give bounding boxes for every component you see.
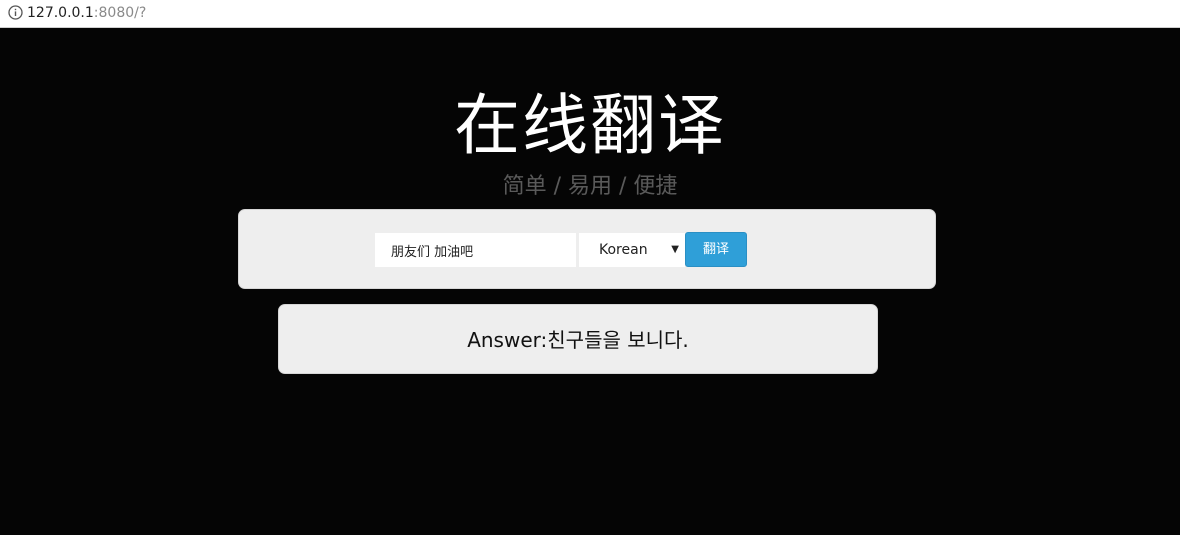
page-title: 在线翻译 — [454, 87, 726, 164]
url-path: :8080/? — [93, 5, 147, 21]
language-select[interactable]: Korean ▼ — [579, 233, 685, 267]
browser-address-bar[interactable]: 127.0.0.1:8080/? — [0, 0, 1180, 28]
info-icon[interactable] — [8, 5, 23, 20]
answer-label: Answer: — [467, 328, 548, 352]
translate-button[interactable]: 翻译 — [685, 232, 747, 267]
answer-output: Answer:친구들을 보니다. — [279, 327, 877, 353]
translate-form-panel: Korean ▼ 翻译 — [238, 209, 936, 289]
page-subtitle: 简单 / 易用 / 便捷 — [502, 174, 678, 199]
source-text-input[interactable] — [375, 233, 576, 267]
url-text[interactable]: 127.0.0.1:8080/? — [27, 4, 146, 22]
language-select-value: Korean — [599, 242, 648, 258]
answer-value: 친구들을 보니다. — [547, 328, 689, 352]
answer-panel: Answer:친구들을 보니다. — [278, 304, 878, 374]
url-host: 127.0.0.1 — [27, 5, 94, 21]
chevron-down-icon: ▼ — [671, 244, 679, 255]
